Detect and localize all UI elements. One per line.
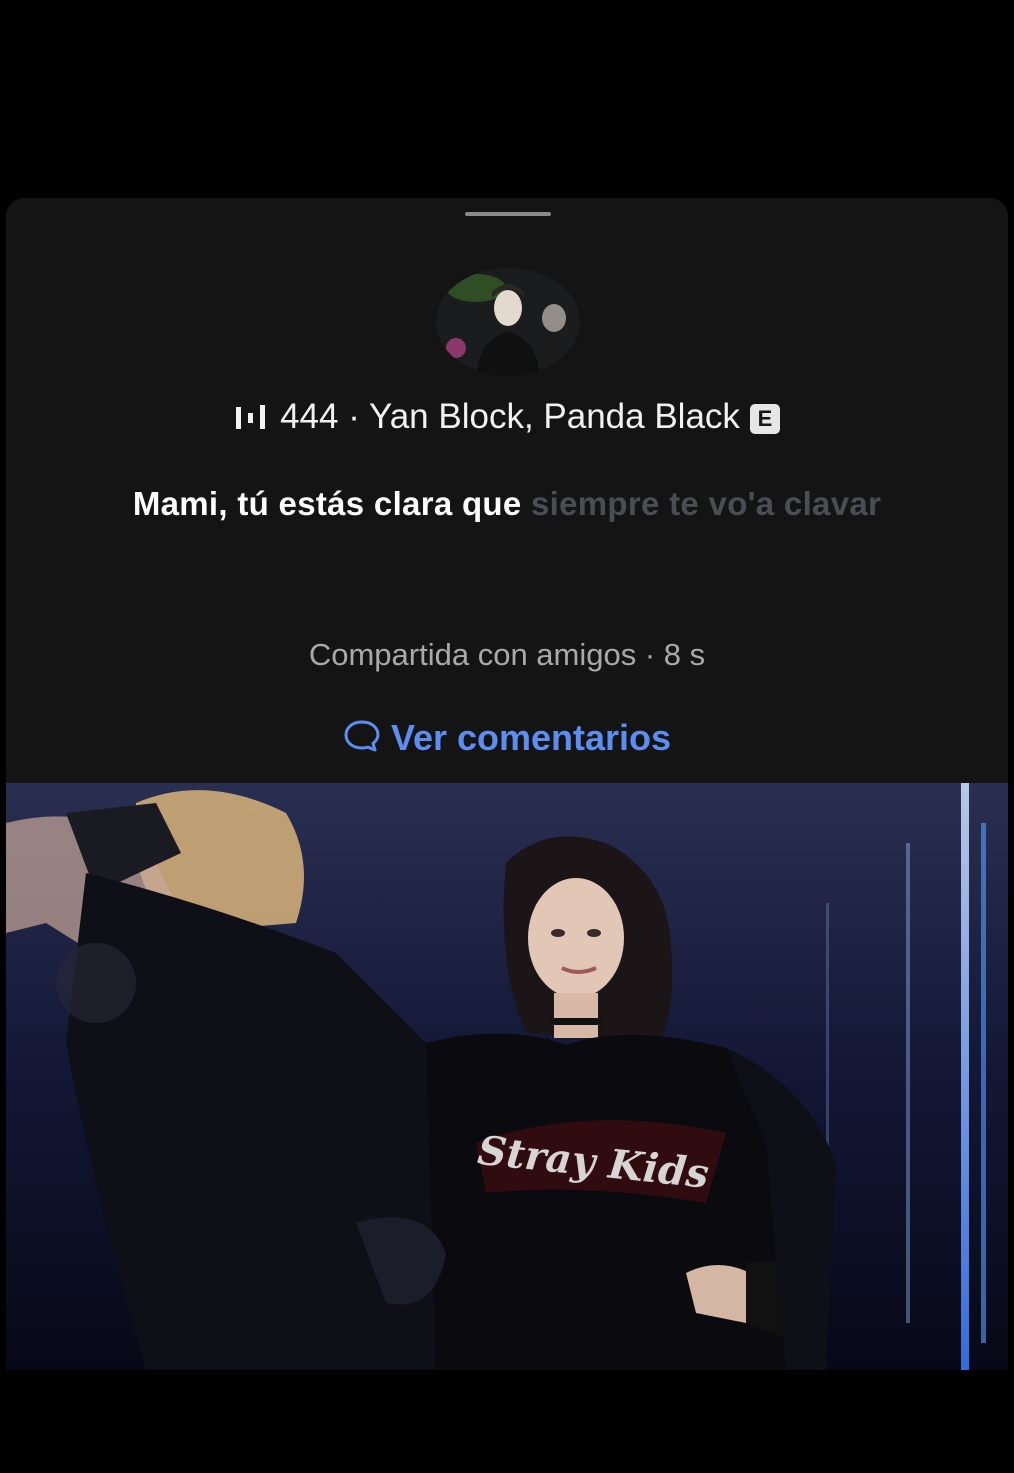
song-meta-line[interactable]: 444 · Yan Block, Panda Black E: [0, 396, 1014, 441]
top-blank-area: [0, 0, 1014, 198]
comment-bubble-icon: [343, 718, 381, 764]
concert-photo: Stray Kids: [6, 783, 1008, 1370]
play-count: 444: [280, 397, 339, 436]
view-comments-link[interactable]: Ver comentarios: [0, 716, 1014, 764]
bottom-blank-area: [0, 1370, 1014, 1473]
audio-bars-icon: [234, 399, 268, 441]
lyric-line: Mami, tú estás clara que siempre te vo'a…: [120, 482, 894, 526]
song-artists: Yan Block, Panda Black: [368, 397, 740, 436]
explicit-icon: E: [749, 404, 780, 434]
profile-avatar[interactable]: [436, 268, 580, 376]
view-comments-label: Ver comentarios: [390, 717, 672, 758]
lyric-unsung: siempre te vo'a clavar: [531, 485, 882, 522]
sheet-drag-handle[interactable]: [465, 212, 551, 216]
meta-separator: ·: [348, 397, 360, 436]
lyric-sung: Mami, tú estás clara que: [132, 485, 522, 522]
share-status: Compartida con amigos · 8 s: [308, 637, 706, 672]
